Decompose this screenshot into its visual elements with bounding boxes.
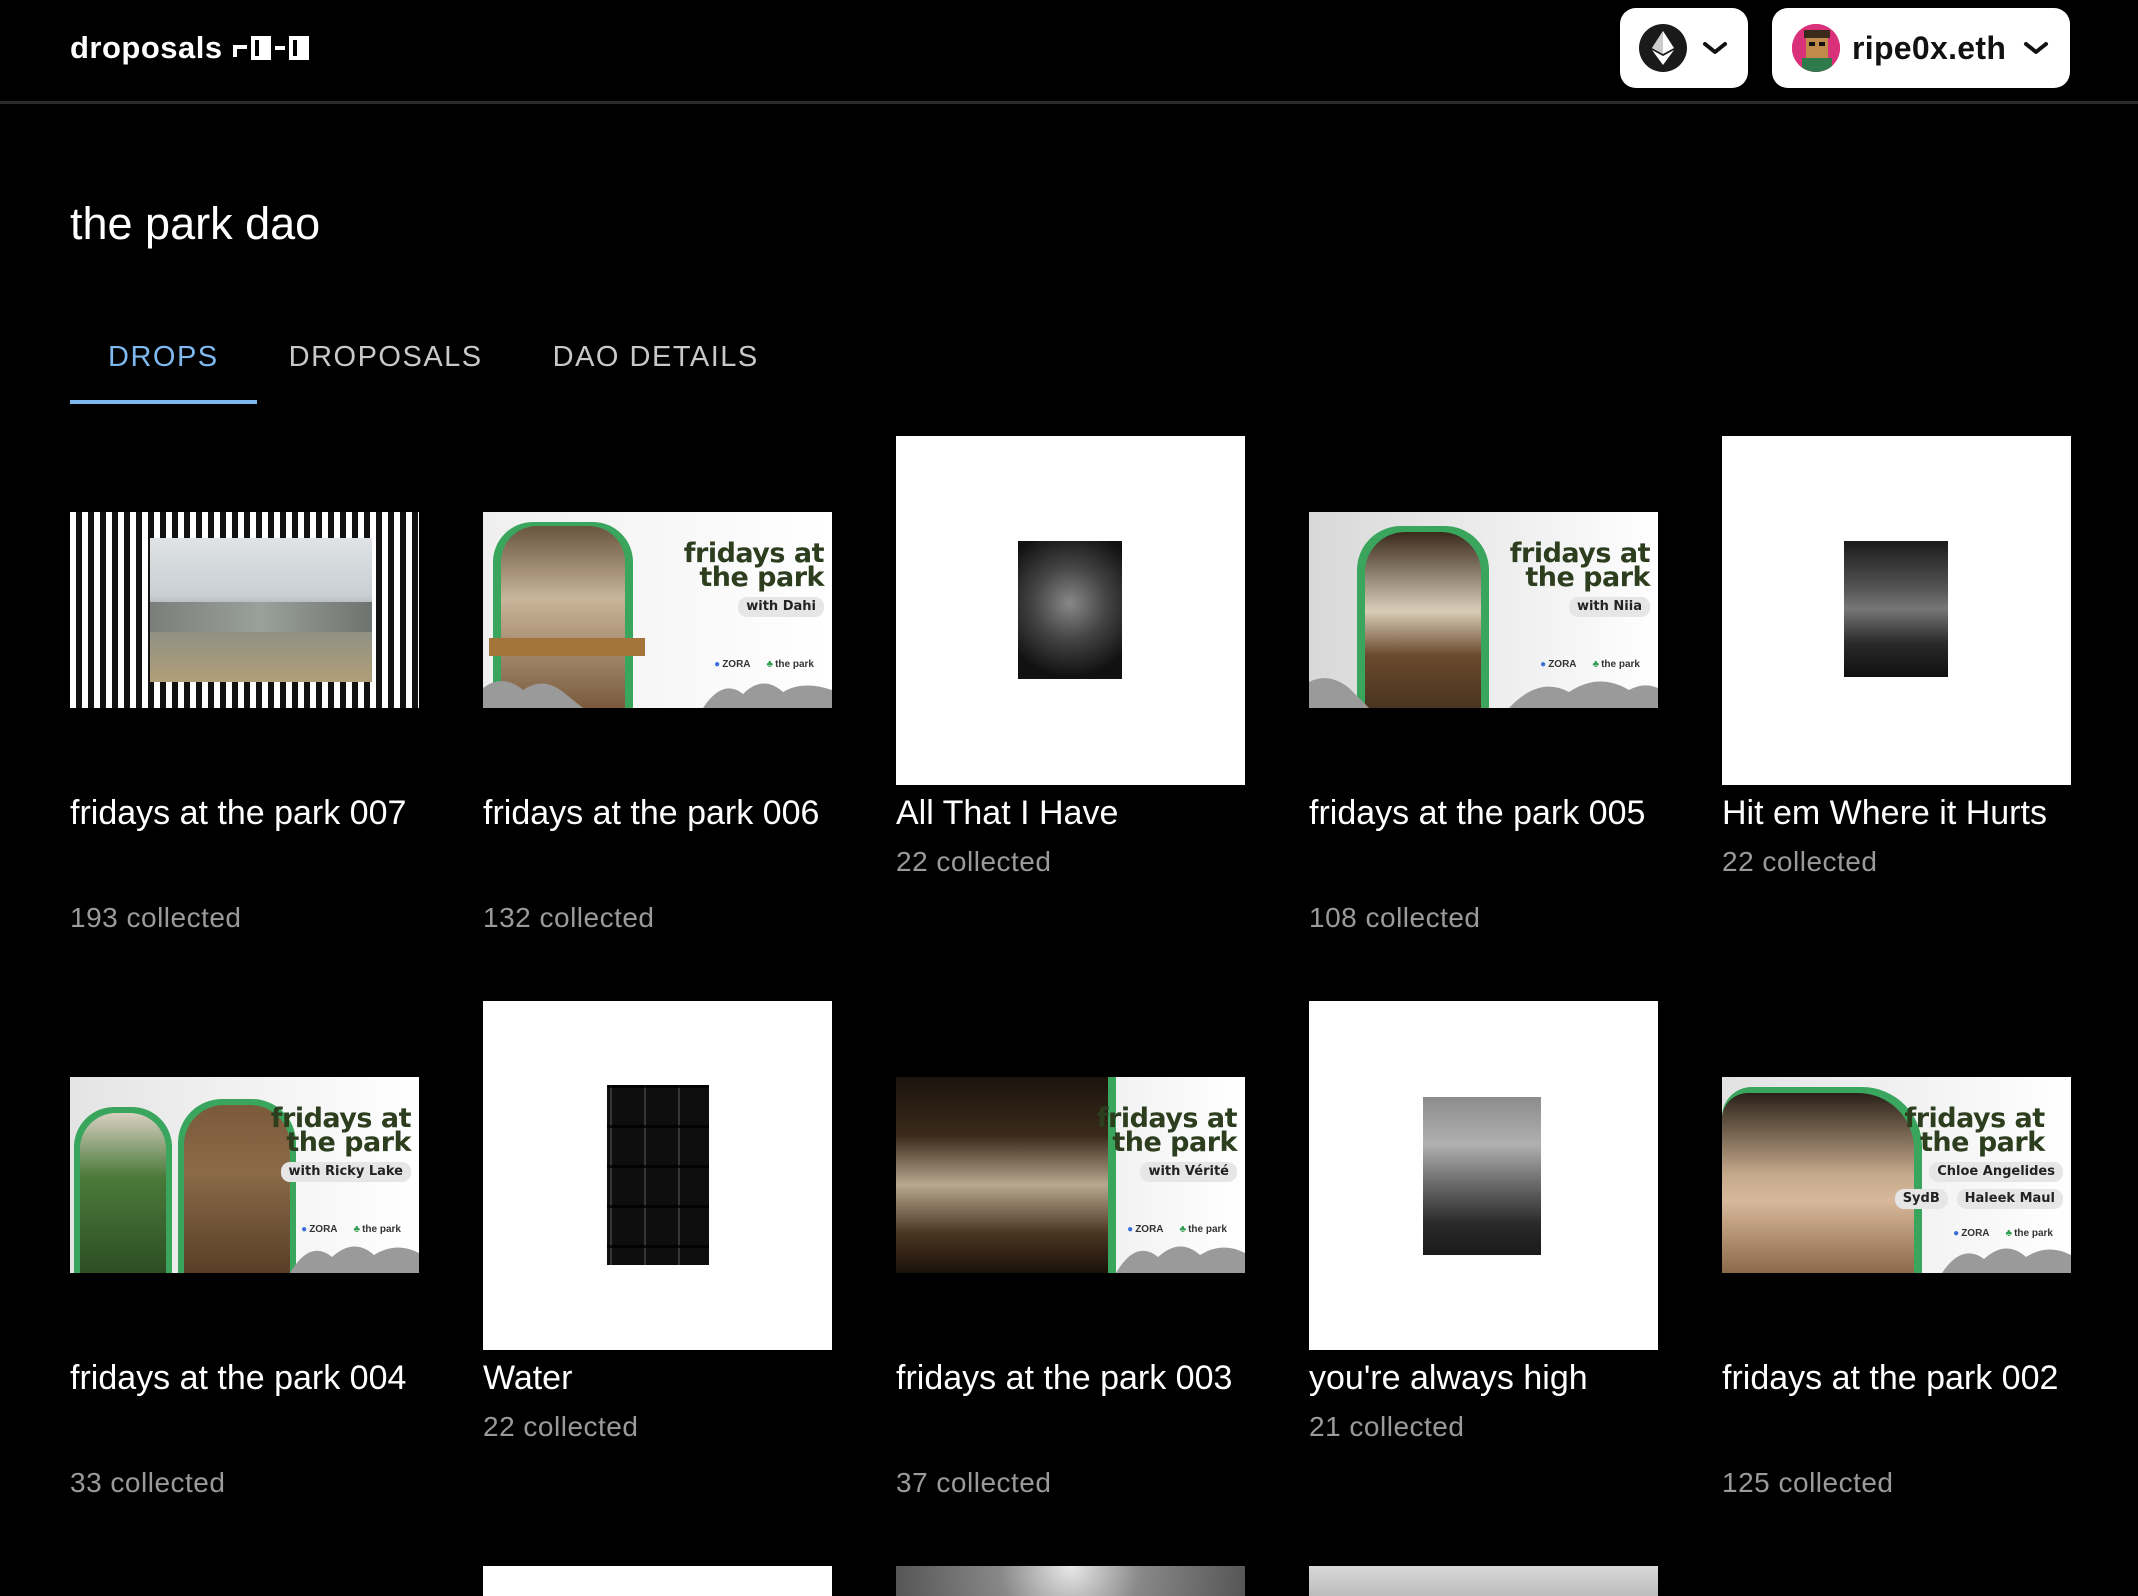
drop-title: fridays at the park 002 xyxy=(1722,1359,2059,1397)
trees-decoration xyxy=(483,680,832,708)
drop-title: Water xyxy=(483,1359,573,1397)
trees-decoration xyxy=(290,1246,419,1273)
promo-overlay: fridays at the park with Dahi xyxy=(674,538,825,617)
promo-overlay: fridays at the park with Niia xyxy=(1500,538,1651,617)
drop-collected-count: 132 collected xyxy=(483,902,655,933)
tab-drops[interactable]: DROPS xyxy=(70,336,257,404)
account-menu-button[interactable]: ripe0x.eth xyxy=(1772,8,2070,88)
drop-title: fridays at the park 007 xyxy=(70,794,407,832)
avatar xyxy=(1792,24,1840,72)
tab-bar: DROPS DROPOSALS DAO DETAILS xyxy=(70,336,797,404)
drop-title: All That I Have xyxy=(896,794,1119,832)
promo-heading: fridays at the park xyxy=(1904,1103,2045,1158)
chevron-down-icon xyxy=(2024,42,2049,54)
drop-title: Hit em Where it Hurts xyxy=(1722,794,2047,832)
drop-collected-count: 22 collected xyxy=(483,1411,639,1442)
promo-artist: with Ricky Lake xyxy=(280,1162,411,1182)
promo-heading: fridays at the park xyxy=(683,538,825,593)
drop-title: you're always high xyxy=(1309,1359,1588,1397)
drop-image: fridays at the park Chloe Angelides SydB… xyxy=(1722,1077,2071,1273)
drop-image xyxy=(896,436,1245,785)
drop-collected-count: 22 collected xyxy=(1722,846,1878,877)
drop-collected-count: 33 collected xyxy=(70,1467,226,1498)
drop-image[interactable] xyxy=(896,1566,1245,1596)
droposals-logo[interactable]: droposals xyxy=(70,30,309,66)
promo-artist: with Vérité xyxy=(1140,1162,1237,1182)
drop-collected-count: 22 collected xyxy=(896,846,1052,877)
promo-overlay: fridays at the park Chloe Angelides SydB… xyxy=(1894,1103,2063,1209)
drop-title: fridays at the park 005 xyxy=(1309,794,1646,832)
promo-artist: with Niia xyxy=(1568,597,1650,617)
drop-image: fridays at the park with Vérité ZORAthe … xyxy=(896,1077,1245,1273)
promo-heading: fridays at the park xyxy=(270,1103,412,1158)
drop-image: fridays at the park with Ricky Lake ZORA… xyxy=(70,1077,419,1273)
chevron-down-icon xyxy=(1703,42,1727,54)
top-nav-bar: droposals ripe0x.eth xyxy=(0,0,2138,104)
drop-image xyxy=(70,512,419,708)
drop-collected-count: 125 collected xyxy=(1722,1467,1894,1498)
promo-heading: fridays at the park xyxy=(1096,1103,1238,1158)
promo-artist: Haleek Maul xyxy=(1956,1189,2063,1209)
tab-droposals[interactable]: DROPOSALS xyxy=(257,336,521,404)
logo-text: droposals xyxy=(70,30,223,65)
promo-heading: fridays at the park xyxy=(1509,538,1651,593)
promo-artist: SydB xyxy=(1894,1189,1948,1209)
page-title: the park dao xyxy=(70,198,321,249)
drop-image xyxy=(1722,436,2071,785)
drop-title: fridays at the park 003 xyxy=(896,1359,1233,1397)
trees-decoration xyxy=(1309,678,1658,708)
promo-overlay: fridays at the park with Ricky Lake xyxy=(261,1103,412,1182)
promo-artist: with Dahi xyxy=(738,597,824,617)
drop-collected-count: 21 collected xyxy=(1309,1411,1465,1442)
noggles-icon xyxy=(232,36,309,60)
drop-title: fridays at the park 006 xyxy=(483,794,820,832)
promo-artist: Chloe Angelides xyxy=(1929,1162,2063,1182)
drop-title: fridays at the park 004 xyxy=(70,1359,407,1397)
drop-collected-count: 37 collected xyxy=(896,1467,1052,1498)
drop-image xyxy=(1309,1001,1658,1350)
drop-image[interactable] xyxy=(483,1566,832,1596)
ethereum-icon xyxy=(1639,24,1687,72)
promo-overlay: fridays at the park with Vérité xyxy=(1087,1103,1238,1182)
network-selector-button[interactable] xyxy=(1620,8,1748,88)
drop-collected-count: 193 collected xyxy=(70,902,242,933)
drop-image xyxy=(483,1001,832,1350)
drop-image[interactable] xyxy=(1309,1566,1658,1596)
tab-dao-details[interactable]: DAO DETAILS xyxy=(521,336,797,404)
trees-decoration xyxy=(1116,1246,1245,1273)
drop-collected-count: 108 collected xyxy=(1309,902,1481,933)
trees-decoration xyxy=(1942,1248,2071,1273)
drop-image: fridays at the park with Dahi ZORAthe pa… xyxy=(483,512,832,708)
drop-image: fridays at the park with Niia ZORAthe pa… xyxy=(1309,512,1658,708)
account-name: ripe0x.eth xyxy=(1852,29,2007,66)
